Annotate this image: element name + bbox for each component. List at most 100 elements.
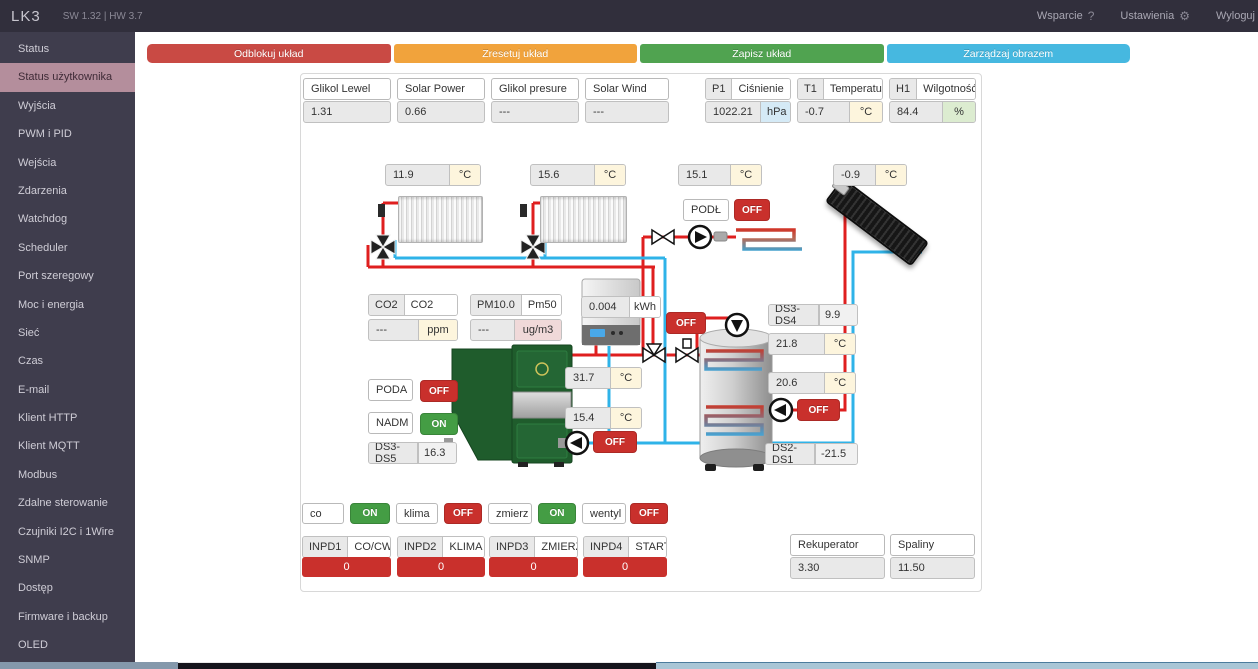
- sidebar-item-dostep[interactable]: Dostęp: [0, 574, 135, 602]
- temp-unit: °C: [594, 165, 625, 185]
- temp-display-tank-upper: 21.8°C: [768, 333, 856, 355]
- sensor-name: Temperatu: [824, 79, 883, 99]
- topbar: LK3 SW 1.32 | HW 3.7 Wsparcie? Ustawieni…: [0, 0, 1258, 32]
- sensor-ds2-ds1: DS2-DS1-21.5: [765, 443, 858, 465]
- sensor-label-glikol-lewel: Glikol Lewel: [303, 78, 391, 100]
- temp-unit: °C: [824, 373, 855, 393]
- value-text: ---: [471, 320, 514, 340]
- floor-circuit-label: PODŁ: [683, 199, 729, 221]
- temp-display-boiler-return: 15.4°C: [565, 407, 642, 429]
- sidebar-item-siec[interactable]: Sieć: [0, 319, 135, 347]
- sensor-label-solar-power: Solar Power: [397, 78, 485, 100]
- sidebar-item-wyjscia[interactable]: Wyjścia: [0, 92, 135, 120]
- input-id: INPD1: [303, 537, 348, 557]
- sidebar-item-zdalne-sterowanie[interactable]: Zdalne sterowanie: [0, 489, 135, 517]
- energy-display: 0.004kWh: [581, 296, 661, 318]
- blower-state-button[interactable]: ON: [420, 413, 458, 435]
- sidebar-item-czujniki-i2c-i-1wire[interactable]: Czujniki I2C i 1Wire: [0, 518, 135, 546]
- manage-image-button[interactable]: Zarządzaj obrazem: [887, 44, 1131, 63]
- floor-circuit-state-button[interactable]: OFF: [734, 199, 770, 221]
- sidebar-item-oled[interactable]: OLED: [0, 631, 135, 659]
- pump-icon-tank-outlet: [770, 399, 792, 421]
- sidebar-item-czas[interactable]: Czas: [0, 347, 135, 375]
- switch-wentyl-label: wentyl: [582, 503, 626, 524]
- switch-klima-state-button[interactable]: OFF: [444, 503, 482, 524]
- sidebar-item-port-szeregowy[interactable]: Port szeregowy: [0, 262, 135, 290]
- temperature-display: -0.7°C: [797, 101, 883, 123]
- sidebar-item-watchdog[interactable]: Watchdog: [0, 205, 135, 233]
- input-name: ZMIERZ: [535, 537, 578, 557]
- sidebar-item-klient-http[interactable]: Klient HTTP: [0, 404, 135, 432]
- logout-link[interactable]: Wyloguj→: [1216, 9, 1258, 23]
- value-text: 0.66: [398, 102, 484, 122]
- pump-icon-floor: [689, 226, 711, 248]
- mixing-valve-icon: [371, 235, 395, 259]
- sensor-id: PM10.0: [471, 295, 522, 315]
- sidebar: Status Status użytkownika Wyjścia PWM i …: [0, 32, 135, 662]
- lk3-controller-app: { "colors": { "on": "#449d44", "off": "#…: [0, 0, 1258, 669]
- sidebar-item-status[interactable]: Status: [0, 35, 135, 63]
- input-inpd3: INPD3ZMIERZ: [489, 536, 578, 558]
- temp-value: 15.4: [566, 408, 610, 428]
- radiator-vent-icon: [378, 204, 385, 217]
- pm-sensor-label: PM10.0Pm50: [470, 294, 562, 316]
- sidebar-item-moc-i-energia[interactable]: Moc i energia: [0, 291, 135, 319]
- switch-wentyl-state-button[interactable]: OFF: [630, 503, 668, 524]
- sensor-ds3-ds4: DS3-DS49.9: [768, 304, 858, 326]
- input-inpd4-counter: 0: [583, 557, 667, 577]
- sidebar-item-firmware-i-backup[interactable]: Firmware i backup: [0, 603, 135, 631]
- sensor-name: Pm50: [522, 295, 562, 315]
- sidebar-item-klient-mqtt[interactable]: Klient MQTT: [0, 432, 135, 460]
- input-name: START: [629, 537, 667, 557]
- sensor-id-h1: H1Wilgotność: [889, 78, 976, 100]
- unlock-layout-button[interactable]: Odblokuj układ: [147, 44, 391, 63]
- feeder-state-button[interactable]: OFF: [420, 380, 458, 402]
- value-text: 3.30: [791, 558, 884, 578]
- temp-unit: °C: [875, 165, 906, 185]
- sidebar-item-modbus[interactable]: Modbus: [0, 461, 135, 489]
- sensor-value-solar-power: 0.66: [397, 101, 485, 123]
- topbar-links: Wsparcie? Ustawienia⚙ Wyloguj→: [1037, 9, 1258, 23]
- firmware-version: SW 1.32 | HW 3.7: [63, 11, 143, 22]
- tank-pump-state-button[interactable]: OFF: [797, 399, 840, 421]
- sensor-name: Ciśnienie: [732, 79, 790, 99]
- sidebar-item-status-uzytkownika[interactable]: Status użytkownika: [0, 63, 135, 91]
- sensor-name: DS2-DS1: [766, 444, 815, 464]
- value-text: ---: [586, 102, 668, 122]
- sidebar-item-e-mail[interactable]: E-mail: [0, 376, 135, 404]
- bottom-strip-middle: [178, 662, 656, 669]
- reset-layout-button[interactable]: Zresetuj układ: [394, 44, 638, 63]
- sensor-id-t1: T1Temperatu: [797, 78, 883, 100]
- sidebar-item-scheduler[interactable]: Scheduler: [0, 234, 135, 262]
- gear-icon: ⚙: [1179, 9, 1190, 23]
- sensor-id: H1: [890, 79, 917, 99]
- switch-co-state-button[interactable]: ON: [350, 503, 390, 524]
- sensor-value-glikol-lewel: 1.31: [303, 101, 391, 123]
- unit-text: %: [942, 102, 975, 122]
- temp-value: 15.6: [531, 165, 594, 185]
- temp-value: 11.9: [386, 165, 449, 185]
- input-id: INPD3: [490, 537, 535, 557]
- sidebar-item-snmp[interactable]: SNMP: [0, 546, 135, 574]
- sidebar-item-wejscia[interactable]: Wejścia: [0, 149, 135, 177]
- save-layout-button[interactable]: Zapisz układ: [640, 44, 884, 63]
- support-link[interactable]: Wsparcie?: [1037, 9, 1095, 23]
- sensor-id: T1: [798, 79, 824, 99]
- input-inpd2-counter: 0: [397, 557, 485, 577]
- tank-top-pump-state-button[interactable]: OFF: [666, 312, 706, 334]
- sidebar-item-pwm-i-pid[interactable]: PWM i PID: [0, 120, 135, 148]
- input-name: CO/CW: [348, 537, 391, 557]
- temp-display-radiator-2: 15.6°C: [530, 164, 626, 186]
- co2-sensor-value: ---ppm: [368, 319, 458, 341]
- sensor-name: DS3-DS5: [369, 443, 418, 463]
- input-inpd2: INPD2KLIMA: [397, 536, 485, 558]
- three-way-valve-icon: [643, 344, 665, 362]
- sidebar-item-zdarzenia[interactable]: Zdarzenia: [0, 177, 135, 205]
- settings-link[interactable]: Ustawienia⚙: [1120, 9, 1190, 23]
- switch-zmierz-state-button[interactable]: ON: [538, 503, 576, 524]
- input-name: KLIMA: [443, 537, 485, 557]
- spaliny-value: 11.50: [890, 557, 975, 579]
- temp-value: 15.1: [679, 165, 730, 185]
- boiler-pump-state-button[interactable]: OFF: [593, 431, 637, 453]
- value-text: -0.7: [798, 102, 849, 122]
